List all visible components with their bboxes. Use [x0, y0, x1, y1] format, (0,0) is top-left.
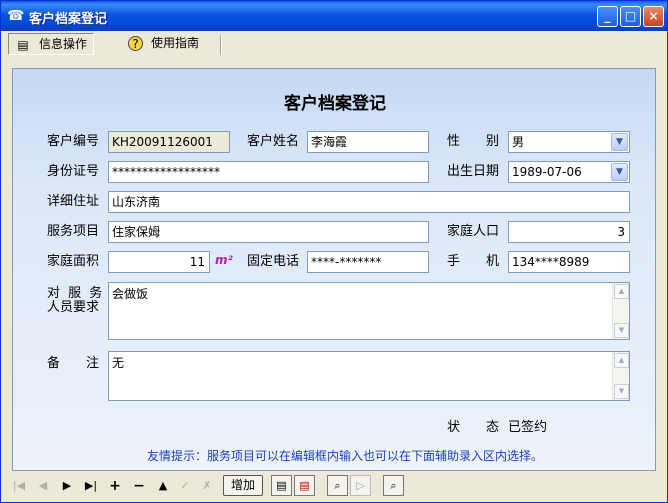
main-window: ☎ 客户档案登记 _ □ × ▤ 信息操作 ? 使用指南 客户档案登记 客户编号 K… [0, 0, 668, 503]
birth-date-picker[interactable]: 1989-07-06 ▼ [508, 161, 630, 183]
id-label: 身份证号 [47, 164, 100, 179]
edit-record-button[interactable]: ▲ [153, 476, 173, 496]
requirement-textarea[interactable]: 会做饭 ▲ ▼ [108, 282, 630, 340]
customer-name-label: 客户姓名 [247, 134, 300, 149]
chevron-down-icon[interactable]: ▼ [611, 133, 628, 151]
post-record-button[interactable]: ✓ [175, 476, 195, 496]
phone-field[interactable]: ****-******* [307, 251, 429, 273]
window-title: 客户档案登记 [29, 12, 108, 27]
scroll-up-icon[interactable]: ▲ [614, 284, 629, 299]
address-field[interactable]: 山东济南 [108, 191, 630, 213]
birth-label: 出生日期 [447, 164, 500, 179]
status-value: 已签约 [508, 420, 548, 435]
last-record-button[interactable]: ▶| [81, 476, 101, 496]
customer-name-field[interactable]: 李海霞 [307, 131, 429, 153]
birth-value: 1989-07-06 [512, 165, 582, 179]
phone-label: 固定电话 [247, 254, 300, 269]
menu-guide-label: 使用指南 [151, 36, 200, 50]
app-icon: ☎ [7, 8, 25, 24]
gender-value: 男 [512, 135, 525, 149]
requirement-scrollbar[interactable]: ▲ ▼ [612, 283, 629, 339]
customer-no-field[interactable]: KH20091126001 [108, 131, 230, 153]
prev-record-button[interactable]: ◀ [33, 476, 53, 496]
forward-icon[interactable]: ▷ [350, 475, 371, 496]
chevron-down-icon[interactable]: ▼ [611, 163, 628, 181]
form-panel: 客户档案登记 客户编号 KH20091126001 客户姓名 李海霞 性 别 男… [12, 68, 656, 471]
family-label: 家庭人口 [447, 224, 500, 239]
area-field[interactable]: 11 [108, 251, 210, 273]
menu-guide[interactable]: ? 使用指南 [122, 33, 205, 55]
service-field[interactable]: 住家保姆 [108, 221, 429, 243]
menu-bar: ▤ 信息操作 ? 使用指南 [4, 32, 664, 56]
customer-no-label: 客户编号 [47, 134, 100, 149]
menu-separator [220, 35, 222, 55]
delete-record-button[interactable]: − [129, 476, 149, 496]
remark-label: 备 注 [47, 356, 100, 371]
requirement-value: 会做饭 [112, 287, 149, 301]
maximize-button[interactable]: □ [620, 6, 641, 27]
list-icon: ▤ [17, 37, 29, 52]
record-navigator: |◀ ◀ ▶ ▶| + − ▲ ✓ ✗ 增加 ▤ ▤ ⌕ ▷ ⌕ [9, 475, 661, 497]
scroll-up-icon[interactable]: ▲ [614, 353, 629, 368]
id-field[interactable]: ****************** [108, 161, 429, 183]
remark-textarea[interactable]: 无 ▲ ▼ [108, 351, 630, 401]
scroll-down-icon[interactable]: ▼ [614, 384, 629, 399]
requirement-label-line2: 人员要求 [47, 300, 100, 315]
first-record-button[interactable]: |◀ [9, 476, 29, 496]
insert-record-button[interactable]: + [105, 476, 125, 496]
printer-red-icon[interactable]: ▤ [294, 475, 315, 496]
cancel-record-button[interactable]: ✗ [197, 476, 217, 496]
menu-info-ops[interactable]: ▤ 信息操作 [8, 33, 95, 55]
remark-value: 无 [112, 356, 125, 370]
hint-text: 友情提示：服务项目可以在编辑框内输入也可以在下面辅助录入区内选择。 [147, 449, 544, 463]
gender-label: 性 别 [447, 134, 500, 149]
add-button[interactable]: 增加 [223, 475, 263, 496]
title-bar[interactable]: ☎ 客户档案登记 _ □ × [1, 1, 667, 31]
close-button[interactable]: × [643, 6, 664, 27]
remark-scrollbar[interactable]: ▲ ▼ [612, 352, 629, 400]
service-label: 服务项目 [47, 224, 100, 239]
question-icon: ? [128, 36, 143, 51]
family-field[interactable]: 3 [508, 221, 630, 243]
next-record-button[interactable]: ▶ [57, 476, 77, 496]
address-label: 详细住址 [47, 194, 100, 209]
area-label: 家庭面积 [47, 254, 100, 269]
minimize-button[interactable]: _ [597, 6, 618, 27]
form-heading: 客户档案登记 [284, 94, 386, 114]
menu-info-ops-label: 信息操作 [39, 37, 88, 51]
status-label: 状 态 [447, 420, 500, 435]
gender-select[interactable]: 男 ▼ [508, 131, 630, 153]
printer-icon[interactable]: ▤ [271, 475, 292, 496]
scroll-down-icon[interactable]: ▼ [614, 323, 629, 338]
search-icon[interactable]: ⌕ [383, 475, 404, 496]
magnifier-icon[interactable]: ⌕ [327, 475, 348, 496]
area-unit: m² [215, 253, 233, 267]
mobile-label: 手 机 [447, 254, 500, 269]
mobile-field[interactable]: 134****8989 [508, 251, 630, 273]
